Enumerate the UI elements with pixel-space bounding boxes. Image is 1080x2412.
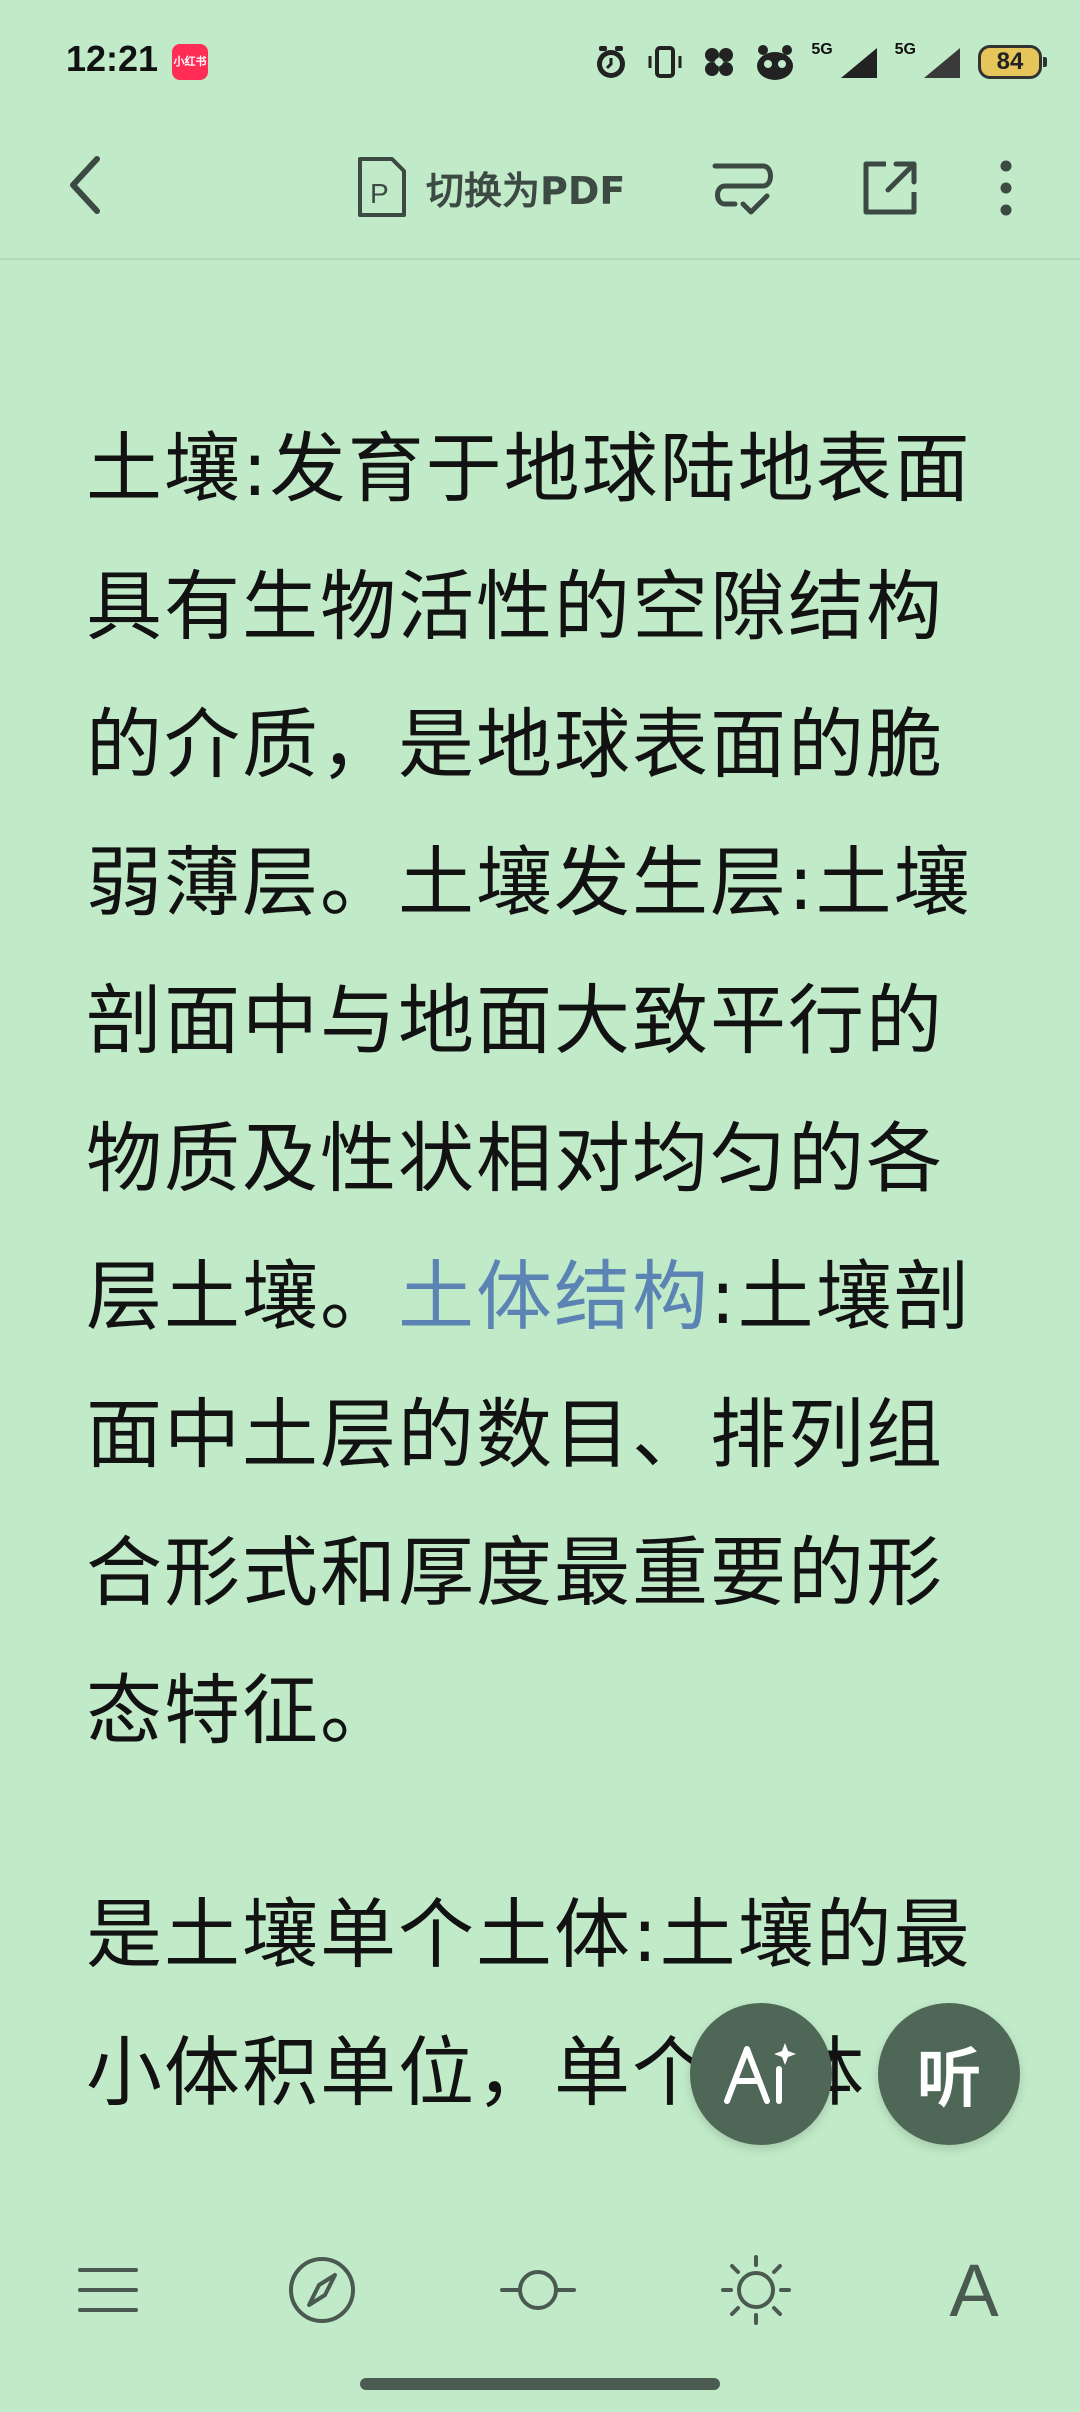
signal-label-1: 5G	[811, 41, 833, 58]
chevron-left-icon	[70, 156, 100, 214]
cell-signal-icon-2	[924, 48, 960, 78]
notes-button[interactable]	[708, 150, 784, 226]
explore-button[interactable]	[272, 2230, 372, 2350]
more-options-button[interactable]	[976, 150, 1036, 226]
share-button[interactable]	[852, 150, 928, 226]
share-external-icon	[863, 161, 917, 215]
bottom-toolbar: A	[0, 2230, 1080, 2350]
ai-sparkle-icon	[724, 2043, 796, 2104]
signal-label-2: 5G	[894, 41, 916, 58]
notes-check-icon	[712, 163, 773, 215]
status-icons: 5G 5G 84	[591, 40, 1047, 84]
switch-to-pdf-label: 切换为PDF	[426, 168, 626, 213]
menu-list-icon	[78, 2268, 138, 2312]
switch-to-pdf-button[interactable]: P 切换为PDF	[356, 152, 625, 222]
status-time: 12:21	[66, 38, 159, 79]
compass-icon	[289, 2257, 355, 2323]
progress-button[interactable]	[488, 2230, 588, 2350]
home-indicator[interactable]	[360, 2378, 720, 2390]
term-link-soil-structure[interactable]: 土体结构	[398, 1252, 710, 1341]
table-of-contents-button[interactable]	[58, 2230, 158, 2350]
sun-icon	[721, 2255, 791, 2325]
listen-button[interactable]: 听	[878, 2003, 1020, 2145]
ai-assistant-button[interactable]	[690, 2003, 832, 2145]
pdf-file-icon: P	[358, 157, 406, 217]
vibrate-icon	[648, 46, 682, 78]
reader-toolbar: P 切换为PDF	[0, 120, 1080, 260]
cell-signal-icon	[840, 48, 877, 78]
progress-slider-icon	[500, 2270, 576, 2310]
status-bar: 12:21 小红书 5G 5G 84	[0, 0, 1080, 120]
paragraph-2: 是土壤单个土体:土壤的最小体积单位，单个土体	[86, 1890, 972, 2117]
reader-content[interactable]: 土壤:发育于地球陆地表面具有生物活性的空隙结构的介质，是地球表面的脆弱薄层。土壤…	[86, 400, 1000, 2140]
svg-text:P: P	[370, 178, 389, 209]
paragraph-1-text-a: 土壤:发育于地球陆地表面具有生物活性的空隙结构的介质，是地球表面的脆弱薄层。土壤…	[86, 424, 972, 1341]
alarm-icon	[597, 46, 626, 78]
font-settings-button[interactable]: A	[924, 2230, 1024, 2350]
brightness-button[interactable]	[706, 2230, 806, 2350]
more-vertical-icon	[1000, 160, 1012, 216]
paragraph-1: 土壤:发育于地球陆地表面具有生物活性的空隙结构的介质，是地球表面的脆弱薄层。土壤…	[86, 400, 1000, 1780]
reader-page: 12:21 小红书 5G 5G 84 P 切换为PDF 土壤:发育于地球陆地表面…	[0, 0, 1080, 2412]
pinwheel-icon	[705, 48, 734, 76]
xiaohongshu-app-icon: 小红书	[172, 44, 208, 80]
back-button[interactable]	[50, 150, 120, 220]
mascot-icon	[757, 45, 794, 80]
battery-indicator: 84	[978, 45, 1047, 79]
